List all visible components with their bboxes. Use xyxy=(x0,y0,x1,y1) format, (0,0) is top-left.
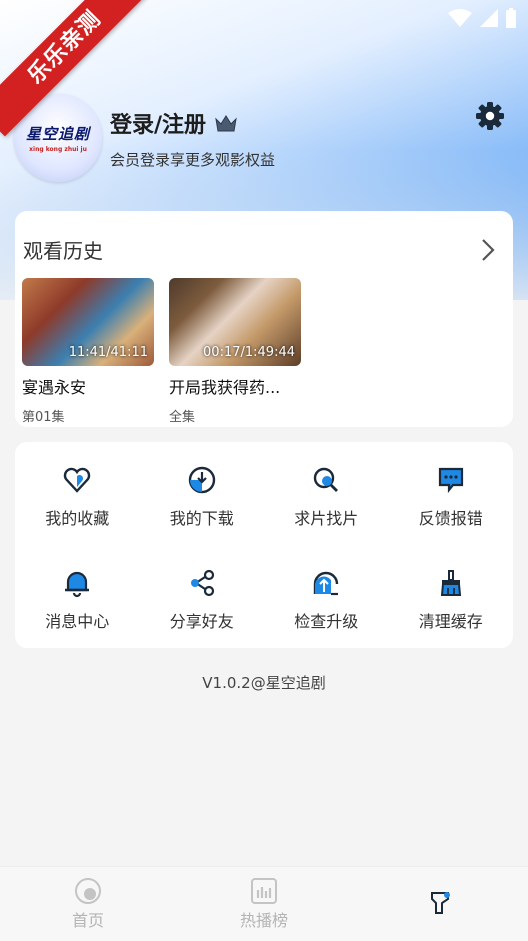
search-icon xyxy=(314,467,339,492)
chevron-right-icon[interactable] xyxy=(481,238,495,262)
history-thumbnail: 11:41/41:11 xyxy=(22,278,154,366)
request-movie-label: 求片找片 xyxy=(294,508,359,528)
crown-icon xyxy=(215,114,237,131)
signal-icon xyxy=(480,9,498,27)
profile-subtitle: 会员登录享更多观影权益 xyxy=(110,150,276,169)
status-bar xyxy=(448,8,516,28)
message-center-button[interactable]: 消息中心 xyxy=(15,545,140,648)
tab-home[interactable]: 首页 xyxy=(0,867,176,941)
share-button[interactable]: 分享好友 xyxy=(140,545,265,648)
watch-history-header[interactable]: 观看历史 xyxy=(15,211,513,264)
clear-cache-button[interactable]: 清理缓存 xyxy=(389,545,514,648)
history-item[interactable]: 00:17/1:49:44 开局我获得药... 全集 xyxy=(169,278,301,425)
history-title: 宴遇永安 xyxy=(22,378,87,397)
version-text: V1.0.2@星空追剧 xyxy=(202,674,326,692)
tab-profile[interactable] xyxy=(352,867,528,941)
clear-cache-label: 清理缓存 xyxy=(418,611,483,631)
share-icon xyxy=(190,569,214,596)
history-progress: 11:41/41:11 xyxy=(68,345,148,360)
battery-icon xyxy=(506,8,516,28)
heart-icon xyxy=(64,467,91,493)
chart-icon xyxy=(251,878,277,904)
tab-hot-list[interactable]: 热播榜 xyxy=(176,867,352,941)
favorites-button[interactable]: 我的收藏 xyxy=(15,442,140,545)
feedback-icon xyxy=(438,467,463,493)
upgrade-icon xyxy=(314,571,339,595)
history-episode: 全集 xyxy=(169,410,196,425)
wifi-icon xyxy=(448,9,472,27)
tab-home-label: 首页 xyxy=(71,911,104,930)
history-thumbnail: 00:17/1:49:44 xyxy=(169,278,301,366)
share-label: 分享好友 xyxy=(169,611,234,631)
history-episode: 第01集 xyxy=(22,410,65,425)
function-menu-card: 我的收藏 我的下载 求片找片 反馈报错 消息中心 分享好友 检查升级 清理缓存 xyxy=(15,442,513,648)
bell-icon xyxy=(65,571,90,597)
request-movie-button[interactable]: 求片找片 xyxy=(264,442,389,545)
tab-hot-list-label: 热播榜 xyxy=(239,911,288,930)
watch-history-title: 观看历史 xyxy=(23,239,103,263)
login-register-link[interactable]: 登录/注册 xyxy=(110,107,206,139)
check-update-label: 检查升级 xyxy=(294,611,359,631)
history-progress: 00:17/1:49:44 xyxy=(203,345,295,360)
feedback-label: 反馈报错 xyxy=(418,508,483,528)
check-update-button[interactable]: 检查升级 xyxy=(264,545,389,648)
history-title: 开局我获得药... xyxy=(169,378,281,397)
download-icon xyxy=(188,466,215,493)
downloads-label: 我的下载 xyxy=(169,508,234,528)
favorites-label: 我的收藏 xyxy=(45,508,110,528)
watch-history-card: 观看历史 11:41/41:11 宴遇永安 第01集 00:17/1:49:44… xyxy=(15,211,513,427)
message-center-label: 消息中心 xyxy=(45,611,110,631)
history-item[interactable]: 11:41/41:11 宴遇永安 第01集 xyxy=(22,278,154,425)
avatar-logo-text: 星空追剧 xyxy=(25,125,90,143)
home-icon xyxy=(75,878,101,904)
gear-icon[interactable] xyxy=(474,100,506,132)
profile-header: 星空追剧 xing kong zhui ju 登录/注册 会员登录享更多观影权益 xyxy=(14,94,275,182)
avatar-logo-subtext: xing kong zhui ju xyxy=(29,146,87,153)
broom-icon xyxy=(440,569,461,596)
feedback-button[interactable]: 反馈报错 xyxy=(389,442,514,545)
profile-icon xyxy=(431,892,450,914)
downloads-button[interactable]: 我的下载 xyxy=(140,442,265,545)
bottom-tab-bar: 首页 热播榜 xyxy=(0,866,528,941)
